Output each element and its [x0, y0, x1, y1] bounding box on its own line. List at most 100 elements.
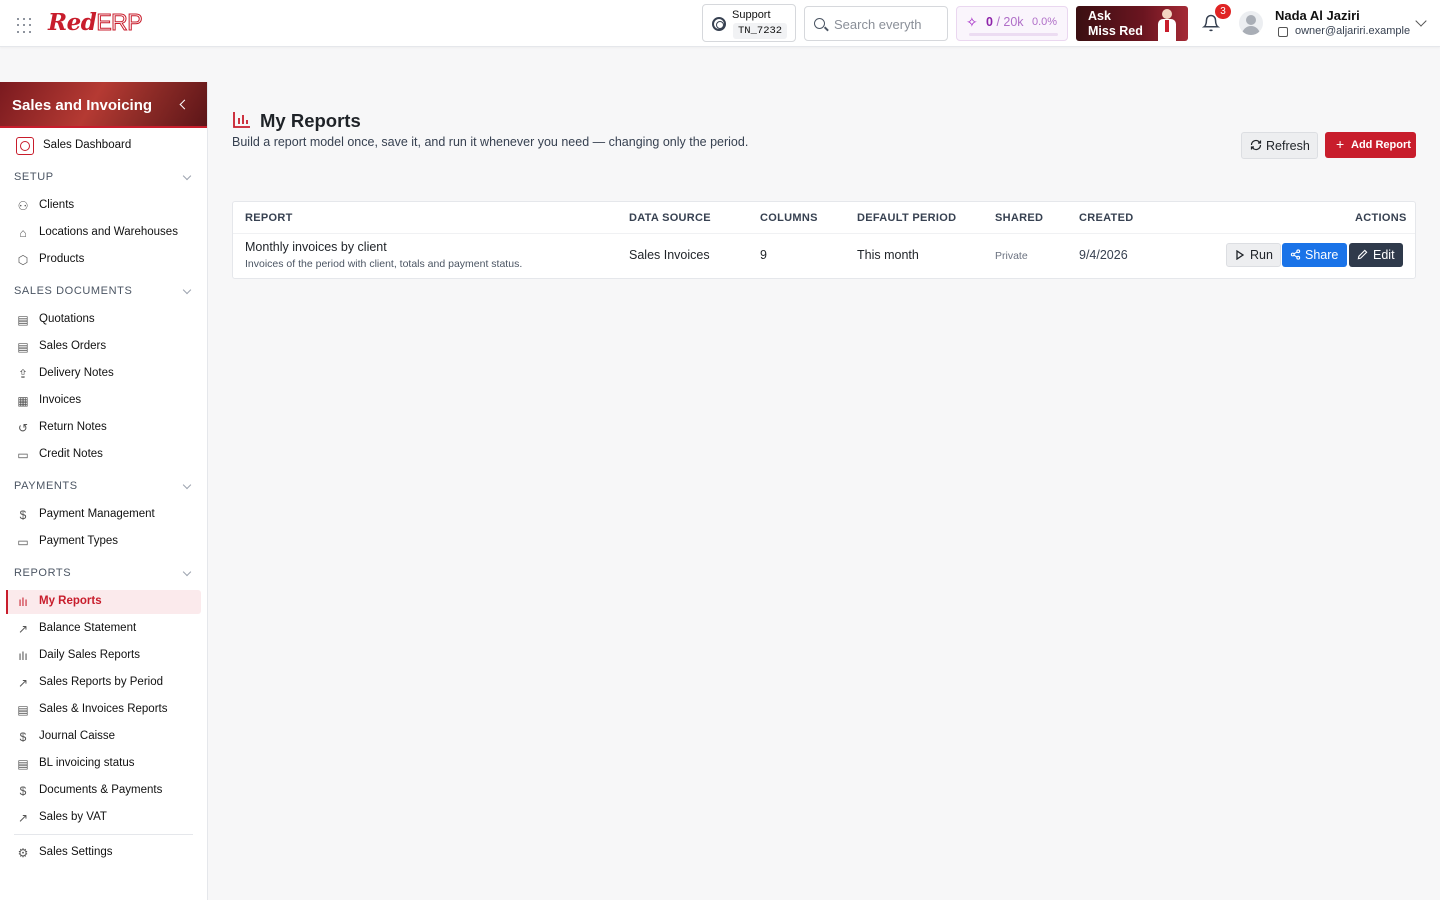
- refresh-icon: [1250, 139, 1262, 151]
- report-created-date: 9/4/2026: [1079, 248, 1128, 262]
- sidebar-item-label: BL invoicing status: [39, 757, 135, 769]
- column-header-shared[interactable]: SHARED: [995, 212, 1043, 224]
- notification-badge: 3: [1215, 4, 1231, 19]
- sidebar-item-documents-payments[interactable]: $ Documents & Payments: [6, 779, 201, 803]
- add-report-label: Add Report: [1351, 139, 1411, 151]
- column-header-created[interactable]: CREATED: [1079, 212, 1133, 224]
- search-input[interactable]: Search everyth: [804, 6, 948, 41]
- sidebar-item-invoices[interactable]: ▦ Invoices: [6, 389, 201, 413]
- sidebar-item-payment-management[interactable]: $ Payment Management: [6, 503, 201, 527]
- copy-icon[interactable]: [1278, 27, 1288, 37]
- share-button[interactable]: Share: [1282, 243, 1347, 267]
- collapse-sidebar-icon[interactable]: [179, 99, 190, 110]
- section-sales-documents[interactable]: SALES DOCUMENTS: [14, 285, 194, 301]
- report-title[interactable]: Monthly invoices by client: [245, 240, 387, 254]
- sidebar-item-label: Quotations: [39, 313, 95, 325]
- sidebar-item-clients[interactable]: ⚇ Clients: [6, 194, 201, 218]
- ask-miss-red-button[interactable]: Ask Miss Red: [1076, 6, 1188, 41]
- sidebar-item-sales-orders[interactable]: ▤ Sales Orders: [6, 335, 201, 359]
- bar-chart-icon: [233, 112, 250, 128]
- sidebar-item-daily-sales-reports[interactable]: ılı Daily Sales Reports: [6, 644, 201, 668]
- card-icon: ▭: [17, 448, 29, 462]
- sidebar-title: Sales and Invoicing: [12, 97, 153, 114]
- column-header-default-period[interactable]: DEFAULT PERIOD: [857, 212, 956, 224]
- sidebar-item-sales-settings[interactable]: ⚙ Sales Settings: [6, 841, 201, 865]
- sidebar-item-journal-caisse[interactable]: $ Journal Caisse: [6, 725, 201, 749]
- app-logo[interactable]: RedERP: [48, 9, 143, 37]
- sidebar-item-balance-statement[interactable]: ↗ Balance Statement: [6, 617, 201, 641]
- sidebar-item-label: Invoices: [39, 394, 82, 406]
- section-label: REPORTS: [14, 567, 72, 579]
- avatar[interactable]: [1239, 11, 1263, 35]
- sidebar: Sales and Invoicing Sales Dashboard SETU…: [0, 82, 208, 900]
- column-header-report[interactable]: REPORT: [245, 212, 293, 224]
- section-label: SALES DOCUMENTS: [14, 285, 133, 297]
- section-setup[interactable]: SETUP: [14, 171, 194, 187]
- sidebar-item-label: Sales Dashboard: [43, 139, 132, 151]
- run-button[interactable]: Run: [1226, 243, 1281, 267]
- section-reports[interactable]: REPORTS: [14, 567, 194, 583]
- sidebar-item-sales-dashboard[interactable]: Sales Dashboard: [6, 134, 201, 158]
- sidebar-item-label: Daily Sales Reports: [39, 649, 140, 661]
- sidebar-item-bl-invoicing-status[interactable]: ▤ BL invoicing status: [6, 752, 201, 776]
- dollar-icon: $: [19, 730, 27, 744]
- card-icon: ▭: [17, 535, 29, 549]
- sidebar-item-locations[interactable]: ⌂ Locations and Warehouses: [6, 221, 201, 245]
- section-label: PAYMENTS: [14, 480, 78, 492]
- sidebar-item-label: Credit Notes: [39, 448, 103, 460]
- column-header-actions: ACTIONS: [1355, 212, 1407, 224]
- sidebar-item-label: Return Notes: [39, 421, 107, 433]
- ai-quota-widget[interactable]: ✧ 0 / 20k 0.0%: [956, 6, 1068, 41]
- users-icon: ⚇: [17, 199, 29, 213]
- sidebar-item-label: Sales & Invoices Reports: [39, 703, 168, 715]
- chevron-down-icon[interactable]: [1415, 15, 1427, 27]
- sidebar-item-sales-invoices-reports[interactable]: ▤ Sales & Invoices Reports: [6, 698, 201, 722]
- sidebar-item-my-reports[interactable]: ılı My Reports: [6, 590, 201, 614]
- invoice-icon: ▦: [17, 394, 29, 408]
- quota-percent: 0.0%: [1032, 16, 1058, 28]
- section-payments[interactable]: PAYMENTS: [14, 480, 194, 496]
- sidebar-item-credit-notes[interactable]: ▭ Credit Notes: [6, 443, 201, 467]
- sidebar-item-return-notes[interactable]: ↺ Return Notes: [6, 416, 201, 440]
- sidebar-item-label: Payment Types: [39, 535, 119, 547]
- top-bar: RedERP Support TN_7232 Search everyth ✧ …: [0, 0, 1440, 47]
- sidebar-item-products[interactable]: ⬡ Products: [6, 248, 201, 272]
- quota-count: 0 / 20k: [986, 15, 1024, 29]
- column-header-columns[interactable]: COLUMNS: [760, 212, 818, 224]
- document-icon: ▤: [17, 340, 29, 354]
- sidebar-item-label: Clients: [39, 199, 75, 211]
- sidebar-item-label: Balance Statement: [39, 622, 137, 634]
- sidebar-item-label: Products: [39, 253, 85, 265]
- apps-grid-icon[interactable]: [17, 18, 33, 34]
- plus-icon: +: [1336, 136, 1345, 152]
- sidebar-item-delivery-notes[interactable]: ⇪ Delivery Notes: [6, 362, 201, 386]
- dashboard-icon: [16, 137, 34, 155]
- column-header-data-source[interactable]: DATA SOURCE: [629, 212, 711, 224]
- refresh-button[interactable]: Refresh: [1241, 132, 1318, 159]
- share-icon: [1290, 249, 1301, 260]
- report-data-source: Sales Invoices: [629, 248, 710, 262]
- dollar-icon: $: [19, 508, 27, 522]
- sidebar-item-quotations[interactable]: ▤ Quotations: [6, 308, 201, 332]
- sidebar-item-label: Sales by VAT: [39, 811, 107, 823]
- trending-up-icon: ↗: [17, 622, 29, 636]
- share-label: Share: [1305, 248, 1339, 262]
- user-email: owner@aljariri.example: [1295, 25, 1411, 37]
- edit-button[interactable]: Edit: [1349, 243, 1403, 267]
- add-report-button[interactable]: + Add Report: [1325, 132, 1416, 158]
- user-name[interactable]: Nada Al Jaziri: [1275, 8, 1360, 23]
- search-icon: [814, 18, 825, 29]
- sidebar-header: Sales and Invoicing: [0, 82, 207, 128]
- sidebar-item-sales-by-vat[interactable]: ↗ Sales by VAT: [6, 806, 201, 830]
- upload-icon: ⇪: [17, 367, 29, 381]
- page-title: My Reports: [260, 110, 361, 131]
- sidebar-item-label: Sales Reports by Period: [39, 676, 164, 688]
- support-button[interactable]: Support TN_7232: [702, 4, 796, 42]
- page-subtitle: Build a report model once, save it, and …: [232, 135, 749, 149]
- pencil-icon: [1357, 249, 1368, 260]
- header-divider: [233, 233, 1415, 234]
- sidebar-item-sales-reports-by-period[interactable]: ↗ Sales Reports by Period: [6, 671, 201, 695]
- sidebar-item-payment-types[interactable]: ▭ Payment Types: [6, 530, 201, 554]
- sidebar-divider: [14, 834, 193, 835]
- sidebar-item-label: Payment Management: [39, 508, 155, 520]
